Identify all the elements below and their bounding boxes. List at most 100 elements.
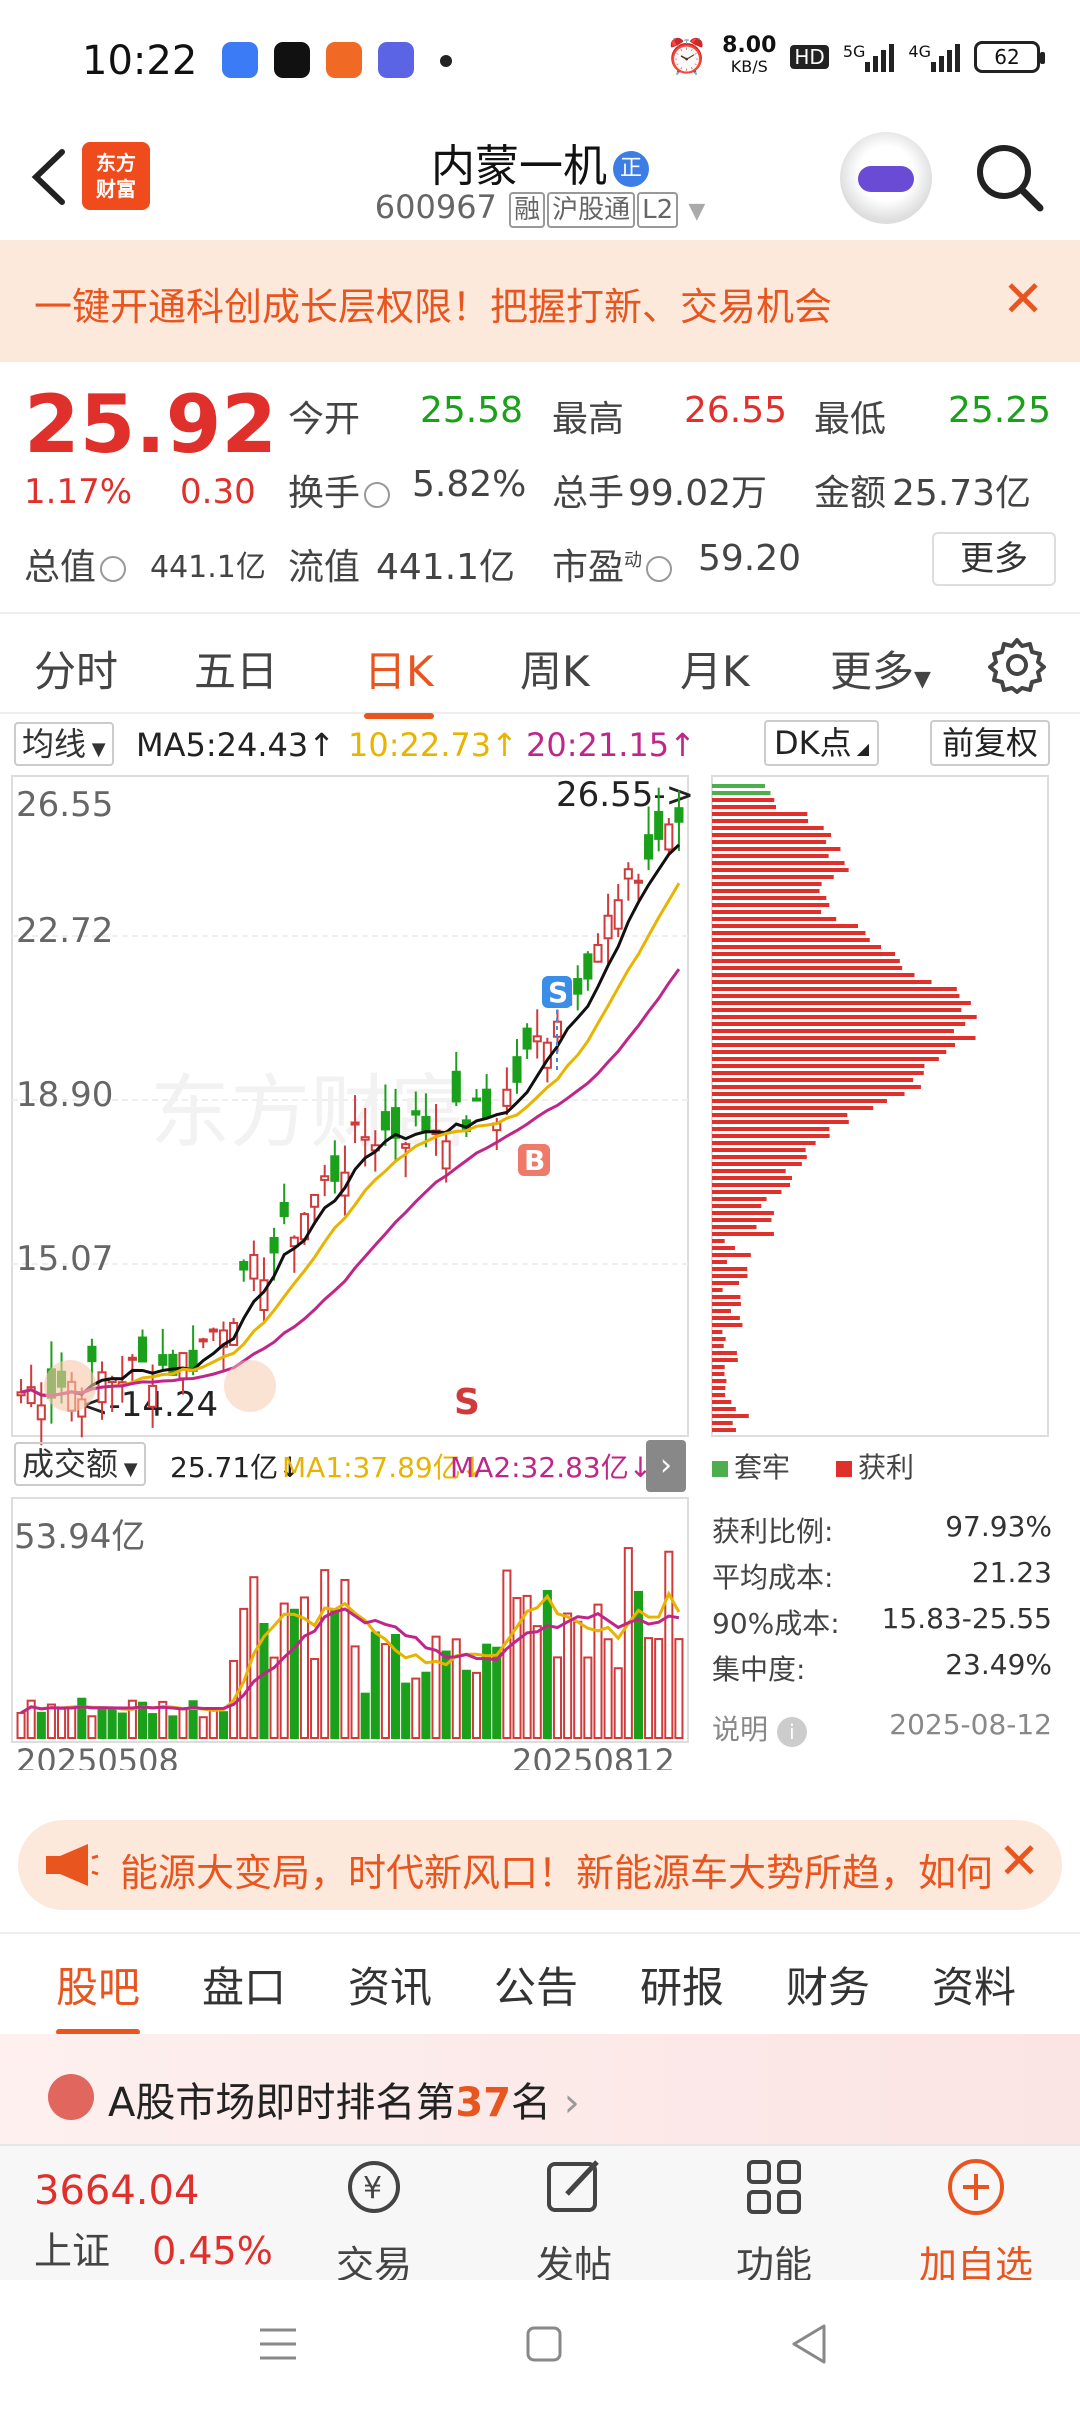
tab-daily-k[interactable]: 日K (364, 638, 434, 719)
ma-select[interactable]: 均线 ▼ (14, 722, 114, 766)
candle-body (532, 1035, 542, 1043)
candle-body (664, 823, 674, 851)
tab-news[interactable]: 资讯 (348, 1954, 432, 2015)
more-button[interactable]: 更多 (932, 532, 1056, 586)
chip-bar (712, 833, 832, 837)
trade-button[interactable]: ¥ 交易 (294, 2154, 454, 2287)
candle-body (502, 1088, 512, 1107)
candle-body (36, 1404, 46, 1421)
tab-monthly-k[interactable]: 月K (680, 638, 750, 699)
chip-bar (712, 1246, 735, 1250)
promo-text: 一键开通科创成长层权限！把握打新、交易机会 (34, 285, 833, 329)
plus-circle-icon (948, 2159, 1004, 2215)
chip-bar (712, 1414, 749, 1418)
chip-bar (712, 896, 827, 900)
chip-bar (712, 1302, 741, 1306)
chip-bar (712, 1183, 791, 1187)
index-pct: 0.45% (152, 2229, 273, 2273)
baidu-app-icon (222, 42, 258, 78)
volume-bar (613, 1667, 623, 1740)
tab-announcements[interactable]: 公告 (494, 1954, 578, 2015)
expand-left-icon[interactable] (44, 1360, 96, 1412)
tab-finance[interactable]: 财务 (786, 1954, 870, 2015)
turnover-value: 5.82% (412, 464, 527, 505)
close-icon[interactable]: ✕ (1002, 270, 1044, 328)
change-value: 0.30 (180, 472, 256, 512)
info-icon (100, 556, 127, 582)
tab-five-day[interactable]: 五日 (194, 638, 278, 699)
chip-bar (712, 1393, 726, 1397)
legend-profit: 获利 (836, 1446, 914, 1486)
pe-value: 59.20 (698, 538, 802, 579)
verified-badge: 正 (613, 151, 649, 187)
function-button[interactable]: 功能 (694, 2154, 854, 2287)
chip-bar (712, 1036, 976, 1040)
tab-timeshare[interactable]: 分时 (34, 638, 118, 699)
candle-body (441, 1140, 451, 1170)
settings-gear-icon[interactable] (988, 636, 1046, 694)
tab-research[interactable]: 研报 (640, 1954, 724, 2015)
chip-bar (712, 945, 882, 949)
hd-icon: HD (790, 44, 829, 69)
promo-banner[interactable]: 一键开通科创成长层权限！把握打新、交易机会 ✕ (0, 240, 1080, 362)
dk-point-button[interactable]: DK点 ◢ (764, 720, 880, 766)
profit-ratio: 获利比例: 97.93% (712, 1510, 1052, 1548)
tab-forum[interactable]: 股吧 (56, 1954, 141, 2035)
adjust-button[interactable]: 前复权 (930, 720, 1051, 766)
close-icon[interactable]: ✕ (998, 1832, 1040, 1890)
status-bar: 10:22 ⏰ 8.00 KB/S HD 5G 4G 62 (0, 0, 1080, 120)
info-icon: i (776, 1717, 807, 1747)
candle-body (644, 834, 654, 860)
tab-profile[interactable]: 资料 (932, 1954, 1016, 2015)
volume-bar (593, 1603, 603, 1740)
y-tick-top: 26.55 (16, 785, 113, 825)
chip-bar (712, 1288, 723, 1292)
volume-bar (623, 1547, 633, 1740)
chip-bar (712, 1344, 724, 1348)
info-icon (646, 556, 673, 582)
post-button[interactable]: 发帖 (494, 2154, 654, 2287)
volume-bar (674, 1638, 684, 1740)
chip-bar (712, 1169, 786, 1173)
chip-bar (712, 791, 771, 795)
chip-note[interactable]: 说明 i 2025-08-12 (712, 1708, 1052, 1748)
back-triangle-icon[interactable] (788, 2322, 828, 2366)
tab-orderbook[interactable]: 盘口 (202, 1954, 286, 2015)
volume-bar (583, 1656, 593, 1740)
search-icon[interactable] (970, 138, 1050, 218)
cost-90: 90%成本: 15.83-25.55 (712, 1602, 1052, 1640)
chip-bar (712, 889, 820, 893)
chip-bar (712, 903, 830, 907)
market-rank-banner[interactable]: A股市场即时排名第37名 › (0, 2034, 1080, 2144)
chip-bar (712, 1057, 939, 1061)
chip-bar (712, 1113, 848, 1117)
chip-bar (712, 1078, 914, 1082)
chevron-right-icon[interactable]: › (646, 1440, 686, 1492)
chip-bar (712, 924, 859, 928)
candle-body (320, 1175, 330, 1181)
high-value: 26.55 (684, 390, 788, 431)
home-icon[interactable] (524, 2324, 564, 2364)
chip-bar (712, 1379, 727, 1383)
chip-bar (712, 1099, 887, 1103)
ma20-line (20, 968, 681, 1398)
assistant-robot-icon[interactable] (840, 132, 932, 224)
current-price: 25.92 (24, 378, 278, 471)
chip-bar (712, 1155, 807, 1159)
chip-bar (712, 847, 841, 851)
chip-bar (712, 1176, 792, 1180)
chip-bar (712, 1050, 947, 1054)
signal-5g-icon: 5G (843, 42, 895, 72)
volume-select[interactable]: 成交额 ▼ (14, 1442, 146, 1486)
volume-bar (36, 1711, 46, 1740)
tab-more[interactable]: 更多▼ (830, 638, 931, 699)
chip-bar (712, 798, 775, 802)
menu-icon[interactable] (256, 2324, 300, 2364)
candle-body (623, 868, 633, 880)
chip-bar (712, 973, 915, 977)
tab-weekly-k[interactable]: 周K (520, 638, 590, 699)
candle-body (633, 879, 643, 884)
news-ticker[interactable]: 能源大变局，时代新风口！新能源车大势所趋，如何 ✕ (18, 1820, 1062, 1910)
index-widget[interactable]: 3664.04 上证 0.45% (34, 2168, 273, 2275)
add-watchlist-button[interactable]: 加自选 (896, 2154, 1056, 2287)
